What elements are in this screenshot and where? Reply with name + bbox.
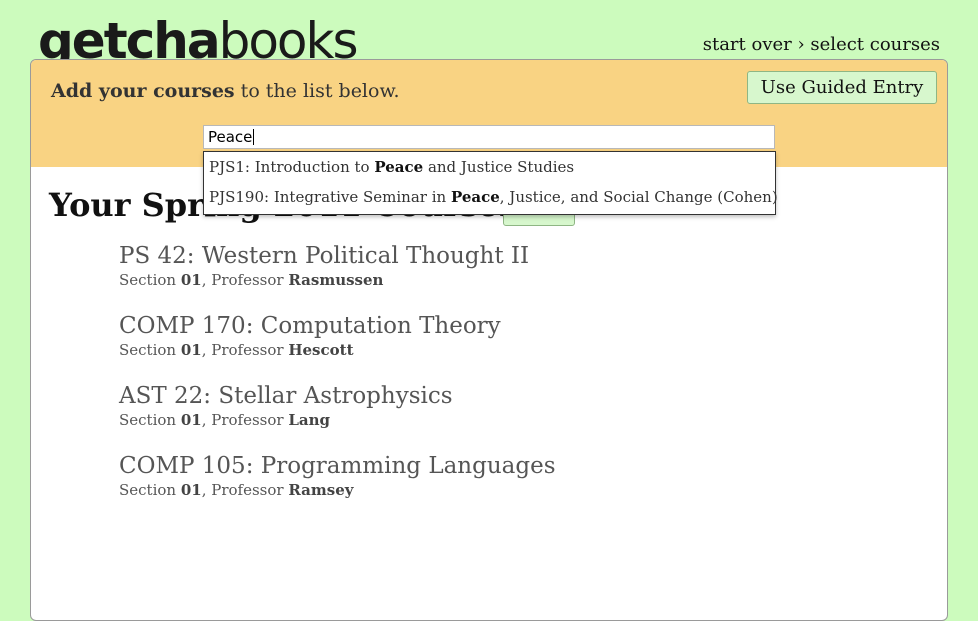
course-title: PS 42: Western Political Thought II	[119, 243, 530, 269]
start-over-link[interactable]: start over	[703, 34, 792, 55]
course-item: PS 42: Western Political Thought II Sect…	[119, 241, 556, 289]
professor-label: , Professor	[201, 341, 289, 359]
course-details: Section 01, Professor Rasmussen	[119, 271, 556, 289]
professor-name: Rasmussen	[288, 271, 384, 289]
course-title: AST 22: Stellar Astrophysics	[119, 383, 453, 409]
course-title: COMP 170: Computation Theory	[119, 313, 501, 339]
course-item: AST 22: Stellar Astrophysics Section 01,…	[119, 381, 556, 429]
course-details: Section 01, Professor Lang	[119, 411, 556, 429]
autocomplete-dropdown: PJS1: Introduction to Peace and Justice …	[203, 151, 778, 215]
add-courses-bold: Add your courses	[51, 80, 235, 102]
add-courses-rest: to the list below.	[234, 80, 400, 102]
course-details: Section 01, Professor Ramsey	[119, 481, 556, 499]
option-text-after: and Justice Studies	[423, 158, 575, 176]
professor-name: Hescott	[288, 341, 354, 359]
course-item: COMP 105: Programming Languages Section …	[119, 451, 556, 499]
use-guided-entry-button[interactable]: Use Guided Entry	[747, 71, 937, 104]
professor-name: Ramsey	[288, 481, 354, 499]
section-number: 01	[180, 341, 202, 359]
option-text-after: , Justice, and Social Change (Cohen)	[499, 188, 778, 206]
option-match: Peace	[374, 158, 424, 176]
select-courses-link[interactable]: select courses	[810, 34, 940, 55]
professor-label: , Professor	[201, 271, 289, 289]
section-number: 01	[180, 271, 202, 289]
add-courses-instruction: Add your courses to the list below.	[51, 80, 400, 102]
option-match: Peace	[450, 188, 500, 206]
option-text-before: PJS190: Integrative Seminar in	[209, 188, 451, 206]
text-cursor	[253, 129, 255, 145]
section-label: Section	[119, 481, 181, 499]
course-title: COMP 105: Programming Languages	[119, 453, 556, 479]
professor-label: , Professor	[201, 411, 289, 429]
breadcrumb: start over › select courses	[703, 34, 940, 55]
course-list: PS 42: Western Political Thought II Sect…	[119, 241, 556, 521]
autocomplete-option[interactable]: PJS190: Integrative Seminar in Peace, Ju…	[209, 183, 778, 211]
professor-name: Lang	[288, 411, 331, 429]
section-number: 01	[180, 481, 202, 499]
section-label: Section	[119, 341, 181, 359]
course-search-input[interactable]: Peace	[203, 125, 775, 149]
section-number: 01	[180, 411, 202, 429]
professor-label: , Professor	[201, 481, 289, 499]
breadcrumb-separator: ›	[797, 34, 805, 55]
search-input-value: Peace	[208, 128, 253, 146]
section-label: Section	[119, 411, 181, 429]
main-panel: Add your courses to the list below. Use …	[30, 59, 948, 621]
course-details: Section 01, Professor Hescott	[119, 341, 556, 359]
option-text-before: PJS1: Introduction to	[209, 158, 375, 176]
section-label: Section	[119, 271, 181, 289]
autocomplete-option[interactable]: PJS1: Introduction to Peace and Justice …	[209, 153, 574, 181]
course-item: COMP 170: Computation Theory Section 01,…	[119, 311, 556, 359]
